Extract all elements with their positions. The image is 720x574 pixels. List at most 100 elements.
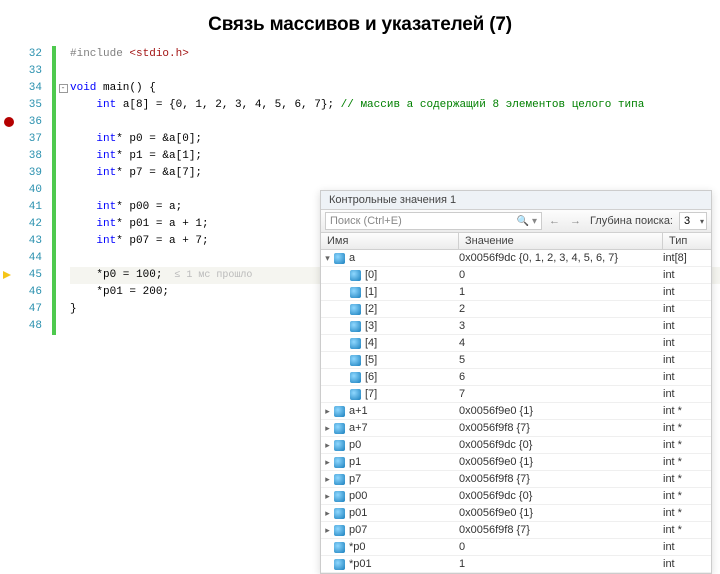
variable-icon [334, 440, 345, 451]
watch-row[interactable]: ▸ p00 0x0056f9dc {0}int * [321, 488, 711, 505]
watch-name-cell: [4] [321, 337, 459, 349]
watch-row[interactable]: *p011int [321, 556, 711, 573]
code-line[interactable]: void main() { [70, 80, 720, 97]
var-name: [4] [365, 337, 377, 349]
variable-icon [334, 508, 345, 519]
variable-icon [350, 338, 361, 349]
var-name: p7 [349, 473, 361, 485]
variable-icon [334, 525, 345, 536]
watch-type-cell: int * [663, 524, 711, 536]
watch-row[interactable]: ▸p70x0056f9f8 {7}int * [321, 471, 711, 488]
watch-row[interactable]: [3]3int [321, 318, 711, 335]
variable-icon [350, 304, 361, 315]
var-name: p00 [349, 490, 367, 502]
expander-icon[interactable]: ▸ [323, 424, 332, 433]
code-line[interactable]: int* p7 = &a[7]; [70, 165, 720, 182]
watch-row[interactable]: ▸a+10x0056f9e0 {1}int * [321, 403, 711, 420]
line-number: 41 [0, 199, 42, 216]
depth-select[interactable]: 3 [679, 212, 707, 230]
watch-type-cell: int [663, 558, 711, 570]
expander-icon[interactable]: ▸ [323, 407, 332, 416]
code-line[interactable]: int a[8] = {0, 1, 2, 3, 4, 5, 6, 7}; // … [70, 97, 720, 114]
watch-row[interactable]: ▸ p1 0x0056f9e0 {1}int * [321, 454, 711, 471]
variable-icon [334, 559, 345, 570]
var-name: [0] [365, 269, 377, 281]
watch-row[interactable]: ▸p070x0056f9f8 {7}int * [321, 522, 711, 539]
nav-forward-button[interactable]: → [567, 215, 584, 227]
watch-type-cell: int * [663, 456, 711, 468]
expander-icon[interactable]: ▸ [323, 441, 332, 450]
fold-cell [56, 131, 70, 148]
expander-icon[interactable]: ▸ [323, 475, 332, 484]
var-name: p07 [349, 524, 367, 536]
search-icon: 🔍 ▾ [517, 216, 537, 227]
watch-row[interactable]: ▸p010x0056f9e0 {1}int * [321, 505, 711, 522]
code-line[interactable]: #include <stdio.h> [70, 46, 720, 63]
fold-cell [56, 318, 70, 335]
line-number: 33 [0, 63, 42, 80]
watch-row[interactable]: ▾a0x0056f9dc {0, 1, 2, 3, 4, 5, 6, 7}int… [321, 250, 711, 267]
watch-type-cell: int * [663, 422, 711, 434]
watch-row[interactable]: ▸a+70x0056f9f8 {7}int * [321, 420, 711, 437]
watch-name-cell: ▾a [321, 252, 459, 264]
var-name: [5] [365, 354, 377, 366]
code-line[interactable] [70, 114, 720, 131]
expander-icon[interactable]: ▸ [323, 492, 332, 501]
watch-row[interactable]: [0] 0int [321, 267, 711, 284]
nav-back-button[interactable]: ← [546, 215, 563, 227]
expander-icon[interactable]: ▾ [323, 254, 332, 263]
watch-search-input[interactable]: Поиск (Ctrl+E) 🔍 ▾ [325, 212, 542, 230]
watch-row[interactable]: [1]1int [321, 284, 711, 301]
watch-row[interactable]: [6]6int [321, 369, 711, 386]
watch-value-cell: 0x0056f9dc {0} [459, 490, 663, 502]
watch-value-cell: 1 [459, 558, 663, 570]
watch-type-cell: int [663, 269, 711, 281]
code-line[interactable]: int* p0 = &a[0]; [70, 131, 720, 148]
breakpoint-icon[interactable] [4, 117, 14, 127]
line-number: 43 [0, 233, 42, 250]
watch-row[interactable]: [4]4int [321, 335, 711, 352]
expander-icon [323, 543, 332, 552]
watch-row[interactable]: [5]5int [321, 352, 711, 369]
watch-value-cell: 0x0056f9e0 {1} [459, 405, 663, 417]
fold-toggle[interactable]: - [59, 84, 68, 93]
watch-row[interactable]: [2]2int [321, 301, 711, 318]
watch-type-cell: int [663, 354, 711, 366]
watch-value-cell: 6 [459, 371, 663, 383]
watch-type-cell: int [663, 388, 711, 400]
watch-value-cell: 0x0056f9e0 {1} [459, 456, 663, 468]
watch-name-cell: [2] [321, 303, 459, 315]
watch-name-cell: [5] [321, 354, 459, 366]
expander-icon[interactable]: ▸ [323, 526, 332, 535]
watch-value-cell: 4 [459, 337, 663, 349]
col-header-value[interactable]: Значение [459, 233, 663, 249]
line-number: 46 [0, 284, 42, 301]
var-name: a+1 [349, 405, 368, 417]
fold-cell [56, 63, 70, 80]
expander-icon[interactable]: ▸ [323, 458, 332, 467]
expander-icon[interactable]: ▸ [323, 509, 332, 518]
watch-value-cell: 0x0056f9f8 {7} [459, 422, 663, 434]
variable-icon [350, 270, 361, 281]
watch-type-cell: int * [663, 490, 711, 502]
code-line[interactable]: int* p1 = &a[1]; [70, 148, 720, 165]
watch-row[interactable]: ▸p00x0056f9dc {0}int * [321, 437, 711, 454]
watch-body: ▾a0x0056f9dc {0, 1, 2, 3, 4, 5, 6, 7}int… [321, 250, 711, 573]
variable-icon [334, 542, 345, 553]
variable-icon [350, 321, 361, 332]
fold-cell [56, 165, 70, 182]
search-placeholder: Поиск (Ctrl+E) [330, 215, 402, 227]
watch-type-cell: int * [663, 473, 711, 485]
watch-row[interactable]: [7]7int [321, 386, 711, 403]
watch-value-cell: 0 [459, 269, 663, 281]
col-header-name[interactable]: Имя [321, 233, 459, 249]
fold-cell [56, 267, 70, 284]
watch-type-cell: int [663, 371, 711, 383]
code-line[interactable] [70, 63, 720, 80]
watch-row[interactable]: *p00int [321, 539, 711, 556]
line-number: 45 [0, 267, 42, 284]
fold-cell [56, 199, 70, 216]
col-header-type[interactable]: Тип [663, 233, 711, 249]
var-name: p1 [349, 456, 361, 468]
watch-value-cell: 1 [459, 286, 663, 298]
